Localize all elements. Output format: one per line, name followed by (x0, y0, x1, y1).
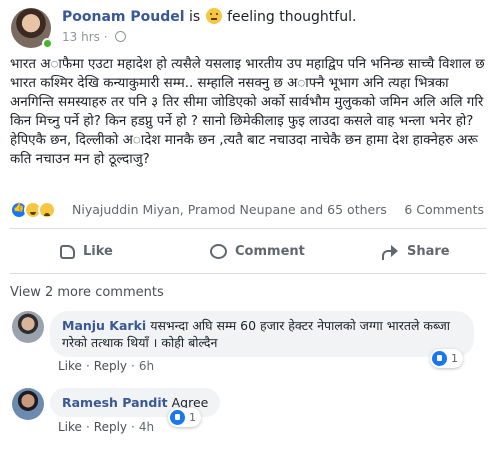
separator-dot: · (85, 359, 90, 373)
like-reaction-icon (170, 410, 185, 425)
feeling-text: feeling thoughtful. (227, 9, 357, 25)
comment-label: Comment (235, 243, 305, 259)
reaction-count: 1 (451, 352, 458, 365)
separator-dot: · (131, 359, 135, 373)
separator-dot: · (85, 420, 90, 434)
post-time[interactable]: 13 hrs (62, 30, 100, 44)
globe-icon[interactable] (115, 31, 127, 42)
reaction-icons[interactable] (10, 201, 68, 219)
comment-time[interactable]: 4h (139, 420, 154, 434)
is-word: is (189, 9, 201, 25)
comment-item: Manju Karki यसभन्दा अघि सम्म 60 हजार हेक… (10, 311, 486, 373)
author-name[interactable]: Poonam Poudel (62, 9, 185, 25)
comment-reaction-badge[interactable]: 1 (430, 349, 463, 368)
commenter-avatar[interactable] (12, 311, 44, 343)
post-text: भारत अाफैमा एउटा महादेश हो त्यसैले यसलाइ… (10, 57, 485, 167)
sad-reaction-icon (38, 201, 56, 219)
separator-dot: · (131, 420, 135, 434)
commenter-name[interactable]: Manju Karki (62, 318, 146, 333)
comment-actions: Like · Reply · 4h (58, 420, 154, 434)
comment-button[interactable]: Comment (210, 229, 305, 273)
comment-reaction-badge[interactable]: 1 (168, 408, 201, 427)
reactors-names[interactable]: Niyajuddin Miyan, Pramod Neupane and 65 … (72, 202, 387, 217)
share-button[interactable]: Share (382, 229, 450, 273)
share-arrow-icon (382, 244, 399, 260)
comment-item: Ramesh Pandit Agree 1 Like · Reply · 4h (10, 388, 486, 448)
comment-like-link[interactable]: Like (58, 359, 82, 373)
commenter-avatar[interactable] (12, 388, 44, 420)
online-status-dot (42, 38, 53, 49)
post-meta: 13 hrs · (62, 30, 127, 44)
reaction-count: 1 (189, 411, 196, 424)
thinking-face-icon (205, 8, 222, 24)
comment-reply-link[interactable]: Reply (94, 359, 127, 373)
post-actions-bar: Like Comment Share (10, 228, 486, 274)
like-reaction-icon (432, 351, 447, 366)
view-more-comments-link[interactable]: View 2 more comments (10, 285, 164, 300)
like-button[interactable]: Like (60, 229, 113, 273)
comment-bubble-icon (210, 243, 227, 259)
post-header: Poonam Poudel is feeling thoughtful. 13 … (8, 6, 488, 49)
comment-time[interactable]: 6h (139, 359, 154, 373)
comment-bubble: Manju Karki यसभन्दा अघि सम्म 60 हजार हेक… (50, 311, 474, 357)
share-label: Share (407, 243, 450, 259)
meta-separator: · (103, 30, 108, 44)
comment-reply-link[interactable]: Reply (94, 420, 127, 434)
author-line: Poonam Poudel is feeling thoughtful. (62, 8, 356, 25)
like-label: Like (83, 243, 113, 259)
comment-actions: Like · Reply · 6h (58, 359, 154, 373)
comment-like-link[interactable]: Like (58, 420, 82, 434)
commenter-name[interactable]: Ramesh Pandit (62, 395, 168, 410)
thumbs-up-icon (60, 245, 75, 259)
comments-count[interactable]: 6 Comments (404, 202, 484, 217)
reactions-bar: Niyajuddin Miyan, Pramod Neupane and 65 … (10, 200, 486, 220)
